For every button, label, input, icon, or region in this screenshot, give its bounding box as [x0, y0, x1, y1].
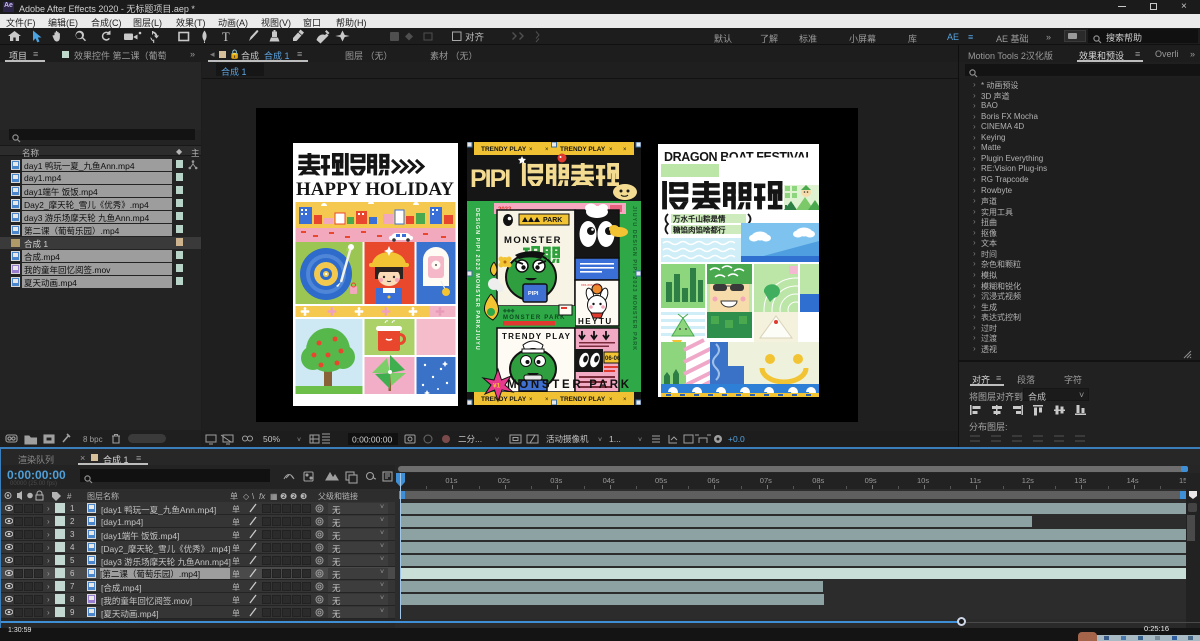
svg-text:˅: ˅	[598, 437, 602, 444]
svg-text:❸: ❸	[300, 492, 307, 501]
svg-text:×: ×	[545, 397, 549, 403]
svg-text:活动摄像机: 活动摄像机	[546, 434, 589, 444]
svg-text:×: ×	[529, 147, 533, 153]
svg-text:˅: ˅	[638, 437, 642, 444]
svg-text:×: ×	[529, 397, 533, 403]
svg-text:图层名称: 图层名称	[87, 491, 119, 501]
svg-text:MONSTER PARK: MONSTER PARK	[507, 379, 630, 391]
svg-text:TRENDY PLAY: TRENDY PLAY	[560, 146, 606, 153]
svg-text:PARK: PARK	[543, 217, 562, 224]
svg-text:二分...: 二分...	[458, 434, 482, 444]
svg-text:xxx-xxx-xxx: xxx-xxx-xxx	[581, 283, 599, 287]
svg-text:DESIGN PIPI 2023 MONSTER PARKJ: DESIGN PIPI 2023 MONSTER PARKJIUYU	[474, 208, 480, 351]
svg-text:▦: ▦	[270, 492, 278, 501]
svg-text:MONSTER: MONSTER	[504, 235, 562, 246]
svg-text:˅: ˅	[495, 437, 499, 444]
svg-text:万水千山粽是情: 万水千山粽是情	[672, 214, 726, 224]
svg-text:TRENDY PLAY: TRENDY PLAY	[481, 396, 527, 403]
svg-text:HEYTU: HEYTU	[578, 317, 613, 326]
svg-text:单: 单	[230, 491, 238, 501]
svg-text:TRENDY PLAY: TRENDY PLAY	[560, 396, 606, 403]
svg-text:❷: ❷	[280, 492, 287, 501]
svg-text:对齐: 对齐	[465, 32, 485, 44]
svg-text:×: ×	[609, 397, 613, 403]
svg-text:×: ×	[623, 397, 627, 403]
svg-text:父级和链接: 父级和链接	[318, 491, 358, 501]
svg-text:×: ×	[623, 147, 627, 153]
svg-text:˅: ˅	[297, 437, 301, 444]
svg-text:糖馅肉馅啥都行: 糖馅肉馅啥都行	[673, 225, 726, 235]
svg-text:❷: ❷	[290, 492, 297, 501]
svg-text:0:00:00:00: 0:00:00:00	[352, 435, 392, 445]
svg-text:TRENDY PLAY: TRENDY PLAY	[481, 146, 527, 153]
svg-text:PIPI: PIPI	[470, 165, 510, 193]
svg-text:◆◆◆: ◆◆◆	[502, 308, 515, 314]
svg-text:MONSTER PARK: MONSTER PARK	[503, 315, 566, 321]
svg-text:PIPI: PIPI	[528, 291, 539, 297]
svg-text:×: ×	[545, 147, 549, 153]
svg-text:HAPPY HOLIDAY: HAPPY HOLIDAY	[296, 179, 454, 200]
svg-text:\: \	[252, 492, 255, 501]
svg-text:#: #	[67, 492, 72, 501]
svg-text:◇: ◇	[243, 492, 250, 501]
svg-text:06-06: 06-06	[605, 356, 621, 362]
svg-text:TRENDY PLAY: TRENDY PLAY	[502, 332, 571, 341]
svg-text:50%: 50%	[263, 434, 280, 444]
svg-text:¥1: ¥1	[493, 383, 501, 390]
svg-text:+0.0: +0.0	[728, 434, 745, 444]
svg-text:×: ×	[609, 147, 613, 153]
svg-text:fx: fx	[259, 492, 266, 501]
svg-text:1...: 1...	[609, 434, 621, 444]
svg-text:T: T	[222, 30, 230, 44]
svg-text:8 bpc: 8 bpc	[83, 435, 103, 444]
svg-text:JIUYU DESIGN PIPI 2023 MONSTER: JIUYU DESIGN PIPI 2023 MONSTER PARK	[631, 206, 637, 351]
